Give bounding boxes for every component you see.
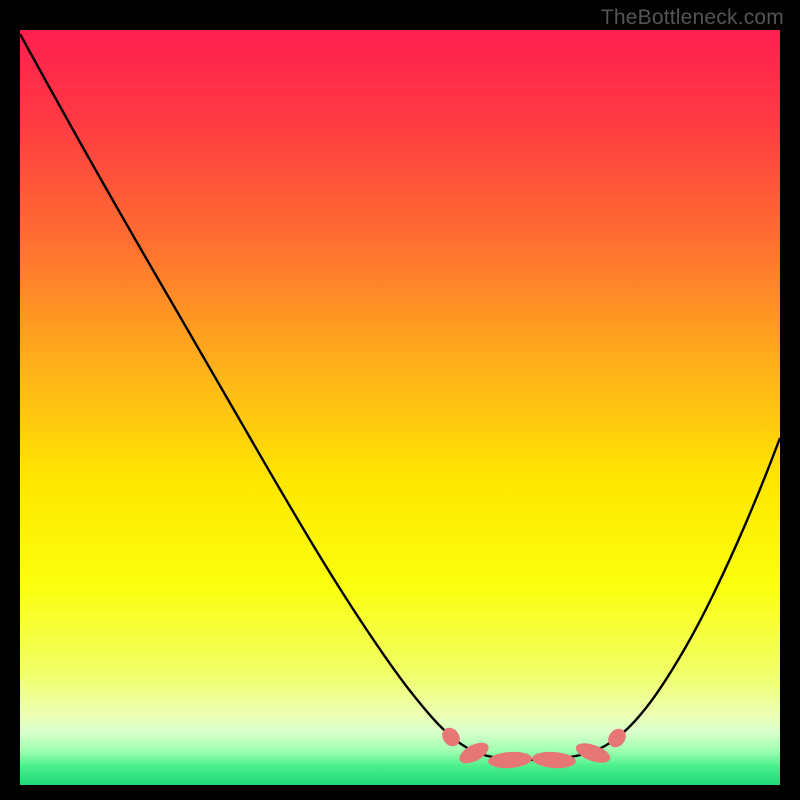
- gradient-plot-area: [20, 30, 780, 785]
- watermark-text: TheBottleneck.com: [601, 6, 784, 30]
- bottleneck-chart: [0, 0, 800, 800]
- chart-frame: TheBottleneck.com: [0, 0, 800, 800]
